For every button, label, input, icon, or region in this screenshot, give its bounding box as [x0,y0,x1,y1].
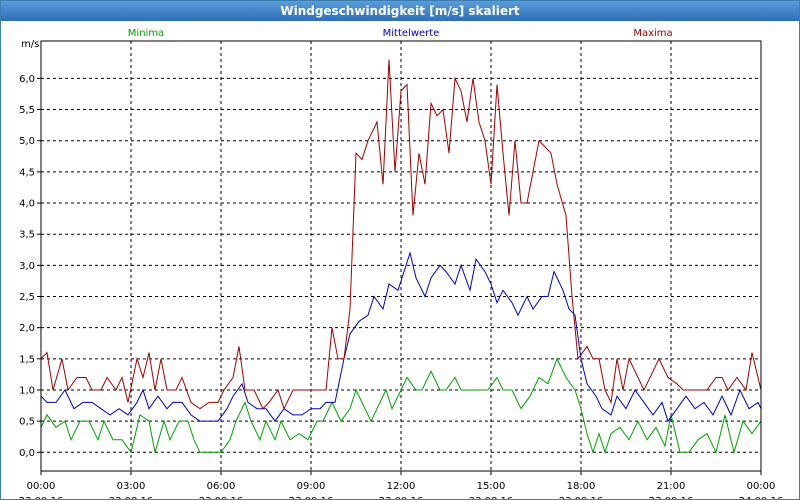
y-tick-label: 2,5 [19,292,35,303]
y-tick-label: 3,5 [19,230,35,241]
x-tick-time: 00:00 [27,481,56,492]
x-tick-time: 00:00 [747,481,776,492]
x-tick-time: 21:00 [657,481,686,492]
y-tick-label: 6,0 [19,74,35,85]
y-tick-label: 3,0 [19,261,35,272]
x-tick-time: 15:00 [477,481,506,492]
y-tick-label: 0,5 [19,417,35,428]
x-tick-time: 18:00 [567,481,596,492]
x-tick-date: 23.09.16 [19,496,64,499]
x-tick-time: 03:00 [117,481,146,492]
x-tick-date: 23.09.16 [379,496,424,499]
y-tick-label: 4,0 [19,199,35,210]
legend: Minima Mittelwerte Maxima [128,28,673,39]
wind-speed-chart: 0,00,51,01,52,02,53,03,54,04,55,05,56,0 … [19,28,784,499]
legend-minima: Minima [128,28,164,39]
y-tick-label: 4,5 [19,167,35,178]
x-tick-time: 09:00 [297,481,326,492]
y-tick-label: 2,0 [19,323,35,334]
y-axis-label: m/s [21,39,39,50]
x-axis: 00:00 23.09.16 03:00 23.09.16 06:00 23.09.16 0… [19,471,784,499]
x-tick-date: 23.09.16 [289,496,334,499]
legend-maxima: Maxima [633,28,672,39]
legend-mittelwerte: Mittelwerte [383,28,440,39]
x-tick-date: 23.09.16 [199,496,244,499]
x-tick-date: 24.09.16 [739,496,784,499]
x-tick-date: 23.09.16 [109,496,154,499]
series-lines [40,59,762,455]
x-tick-date: 23.09.16 [559,496,604,499]
y-tick-label: 0,0 [19,448,35,459]
y-tick-label: 5,0 [19,136,35,147]
x-tick-time: 12:00 [387,481,416,492]
plot-frame [40,40,762,472]
x-tick-time: 06:00 [207,481,236,492]
window-title: Windgeschwindigkeit [m/s] skaliert [1,1,799,21]
x-tick-date: 23.09.16 [469,496,514,499]
y-tick-label: 1,5 [19,354,35,365]
y-axis: 0,0 0,5 1,0 1,5 2,0 2,5 3,0 3,5 4,0 4,5 5,0 5,5 6,0 [19,74,41,459]
grid [41,41,761,471]
chart-window: Windgeschwindigkeit [m/s] skaliert 0,0 0,… [0,0,800,500]
y-tick-label: 5,5 [19,105,35,116]
y-tick-label: 1,0 [19,385,35,396]
x-tick-date: 23.09.16 [649,496,694,499]
